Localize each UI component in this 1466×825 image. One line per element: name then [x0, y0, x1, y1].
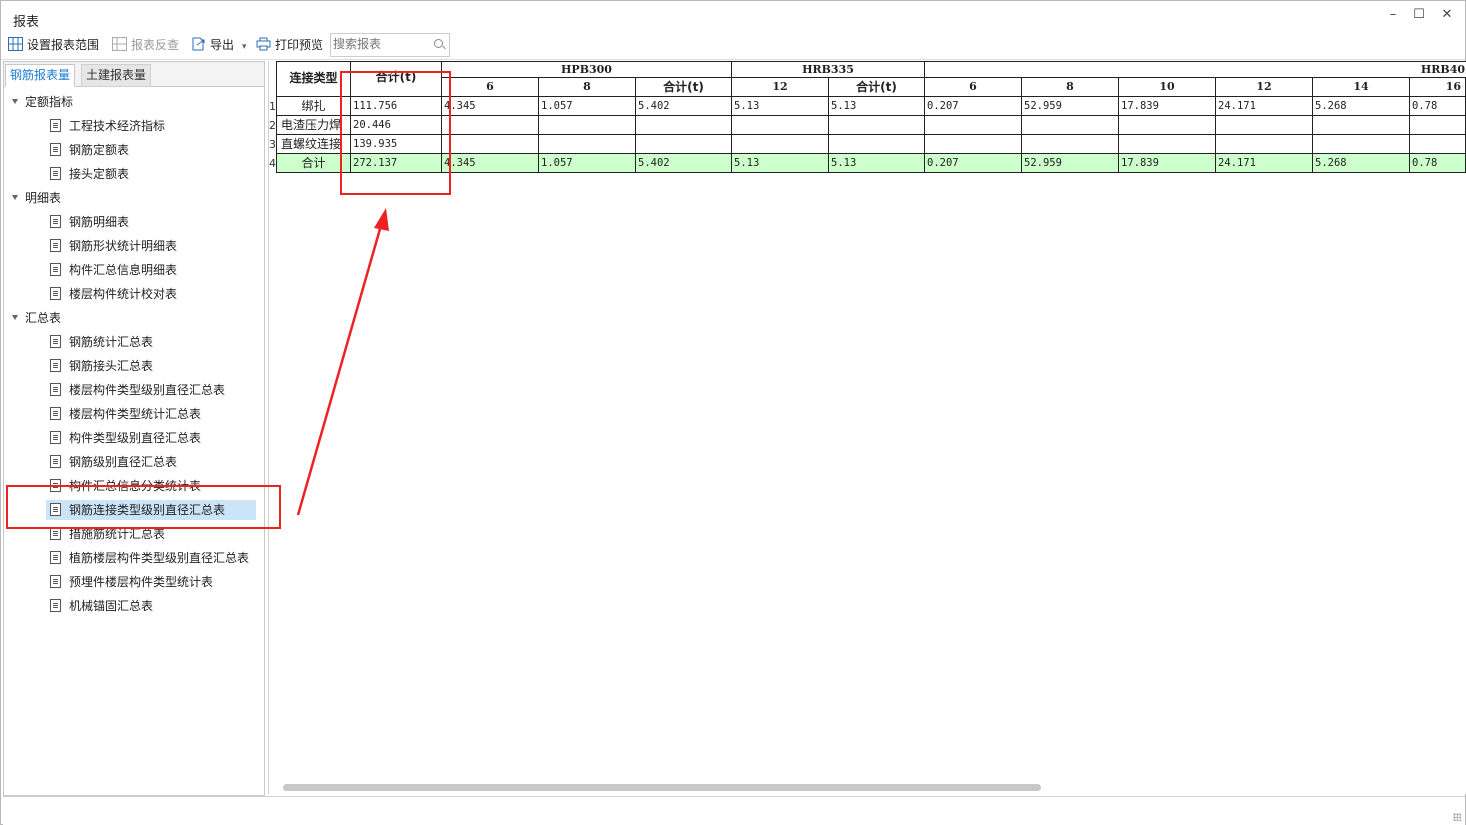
annotation-arrow — [296, 208, 389, 516]
